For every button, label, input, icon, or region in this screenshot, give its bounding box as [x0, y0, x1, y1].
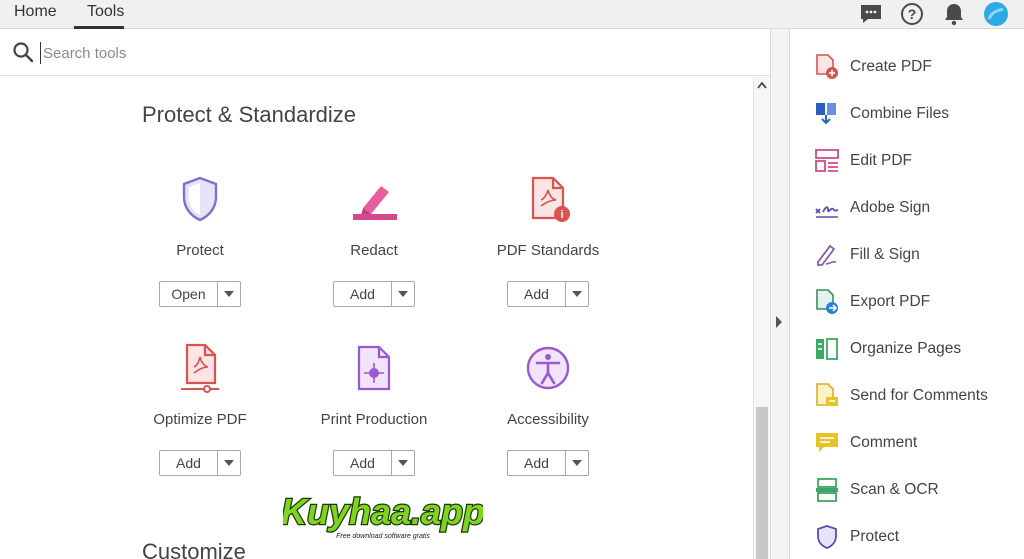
pdf-standards-add-button[interactable]: Add — [507, 281, 589, 307]
tool-print-production[interactable]: Print Production — [304, 343, 444, 428]
fill-sign-icon — [817, 244, 837, 266]
rp-fill-sign[interactable]: Fill & Sign — [814, 240, 920, 270]
chevron-down-icon[interactable] — [392, 282, 414, 306]
search-icon — [13, 42, 34, 63]
scan-ocr-icon — [816, 478, 838, 502]
svg-text:i: i — [560, 209, 563, 221]
tool-name: Redact — [350, 242, 398, 259]
tool-redact[interactable]: Redact — [304, 174, 444, 259]
combine-files-icon — [816, 103, 836, 125]
send-comments-icon — [816, 383, 838, 406]
collapse-panel-arrow-icon[interactable] — [774, 315, 784, 329]
rp-comment[interactable]: Comment — [814, 428, 917, 458]
tool-accessibility[interactable]: Accessibility — [478, 343, 618, 428]
panel-divider — [770, 29, 790, 559]
chevron-down-icon[interactable] — [392, 451, 414, 475]
create-pdf-icon — [816, 54, 838, 79]
svg-text:Free download software gratis: Free download software gratis — [336, 533, 430, 540]
tool-protect[interactable]: Protect — [130, 174, 270, 259]
svg-text:?: ? — [908, 6, 917, 22]
rp-adobe-sign[interactable]: Adobe Sign — [814, 193, 930, 223]
accessibility-add-button[interactable]: Add — [507, 450, 589, 476]
section-title-customize: Customize — [142, 539, 246, 559]
content-scrollbar[interactable] — [753, 77, 770, 559]
tab-tools[interactable]: Tools — [87, 3, 124, 21]
rp-create-pdf[interactable]: Create PDF — [814, 52, 932, 82]
tool-pdf-standards[interactable]: i PDF Standards — [478, 174, 618, 259]
edit-pdf-icon — [815, 149, 839, 172]
tool-optimize-pdf[interactable]: Optimize PDF — [130, 343, 270, 428]
rp-combine-files[interactable]: Combine Files — [814, 99, 949, 129]
comment-icon — [816, 433, 838, 452]
tool-name: PDF Standards — [496, 242, 600, 259]
redact-marker-icon — [353, 186, 397, 220]
redact-add-button[interactable]: Add — [333, 281, 415, 307]
tool-name: Optimize PDF — [153, 411, 247, 428]
scroll-thumb[interactable] — [756, 407, 768, 559]
right-tools-panel: Create PDF Combine Files Edit PDF Adobe … — [790, 29, 1024, 559]
rp-scan-ocr[interactable]: Scan & OCR — [814, 475, 939, 505]
help-icon[interactable]: ? — [899, 1, 925, 27]
tab-home[interactable]: Home — [14, 3, 57, 21]
tool-name: Print Production — [320, 411, 428, 428]
chevron-down-icon[interactable] — [566, 282, 588, 306]
search-input[interactable] — [40, 42, 640, 64]
shield-icon — [182, 176, 218, 222]
print-production-add-button[interactable]: Add — [333, 450, 415, 476]
optimize-pdf-add-button[interactable]: Add — [159, 450, 241, 476]
print-production-icon — [357, 345, 391, 391]
chevron-down-icon[interactable] — [218, 282, 240, 306]
section-title-protect-standardize: Protect & Standardize — [142, 102, 357, 127]
chat-icon[interactable] — [858, 1, 884, 27]
rp-send-for-comments[interactable]: Send for Comments — [814, 381, 988, 411]
tool-name: Protect — [176, 242, 224, 259]
kuyhaa-watermark-logo: Kuyhaa.app Free download software gratis — [283, 490, 483, 540]
rp-protect[interactable]: Protect — [814, 522, 899, 552]
protect-open-button[interactable]: Open — [159, 281, 241, 307]
organize-pages-icon — [816, 338, 838, 360]
bell-icon[interactable] — [941, 1, 967, 27]
avatar[interactable] — [983, 1, 1009, 27]
adobe-sign-icon — [815, 206, 839, 218]
top-bar: Home Tools ? — [0, 0, 1024, 29]
chevron-down-icon[interactable] — [218, 451, 240, 475]
tool-name: Accessibility — [507, 411, 589, 428]
rp-export-pdf[interactable]: Export PDF — [814, 287, 930, 317]
active-tab-indicator — [74, 26, 124, 29]
svg-text:Kuyhaa.app: Kuyhaa.app — [283, 491, 483, 532]
rp-edit-pdf[interactable]: Edit PDF — [814, 146, 912, 176]
pdf-standards-icon: i — [531, 176, 570, 222]
chevron-up-icon[interactable] — [757, 82, 767, 89]
shield-icon — [817, 525, 837, 549]
accessibility-icon — [526, 346, 570, 390]
chevron-down-icon[interactable] — [566, 451, 588, 475]
rp-organize-pages[interactable]: Organize Pages — [814, 334, 961, 364]
search-bar — [0, 30, 770, 76]
export-pdf-icon — [816, 289, 838, 314]
optimize-pdf-icon — [181, 343, 219, 393]
